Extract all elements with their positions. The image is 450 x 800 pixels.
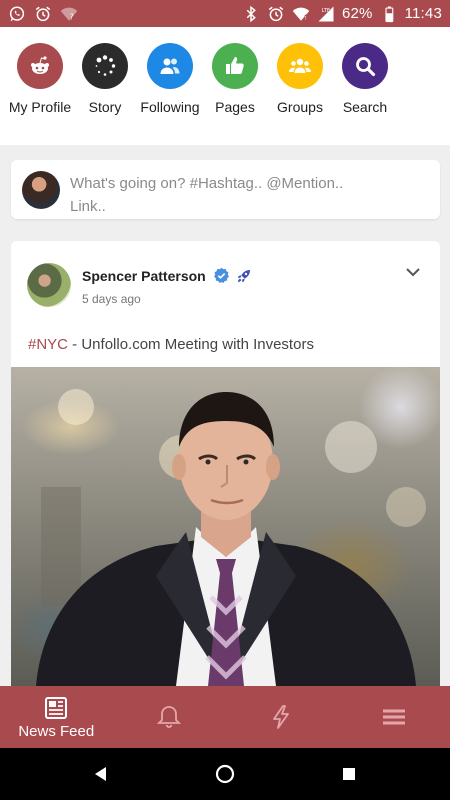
svg-text:!: !: [305, 16, 307, 22]
clock: 11:43: [404, 5, 442, 22]
shortcut-label: My Profile: [8, 99, 72, 115]
post-composer[interactable]: What's going on? #Hashtag.. @Mention.. L…: [11, 160, 440, 219]
battery-percent: 62%: [341, 5, 373, 22]
post-body: - Unfollo.com Meeting with Investors: [68, 336, 314, 353]
post-timestamp[interactable]: 5 days ago: [82, 292, 141, 306]
home-circle-icon: [215, 764, 235, 784]
story-spinner-icon[interactable]: [82, 43, 128, 89]
shortcut-pages[interactable]: Pages: [203, 43, 267, 145]
hashtag-link[interactable]: #NYC: [28, 336, 68, 353]
reddit-alien-icon[interactable]: [17, 43, 63, 89]
post-header: Spencer Patterson 5 days ago: [11, 241, 440, 319]
post-photo[interactable]: [11, 367, 440, 686]
lte-signal-icon: LTE: [317, 5, 335, 23]
shortcut-my-profile[interactable]: My Profile: [8, 43, 72, 145]
svg-text:?: ?: [70, 12, 74, 21]
shortcut-story[interactable]: Story: [73, 43, 137, 145]
back-button[interactable]: [39, 764, 163, 784]
wifi-icon: !: [292, 5, 310, 23]
rocket-icon: [238, 270, 250, 282]
bottom-nav: News Feed: [0, 686, 450, 748]
post-text: #NYC - Unfollo.com Meeting with Investor…: [28, 336, 314, 353]
menu-icon: [382, 709, 405, 725]
status-bar: ? ! LTE 62% 11:43: [0, 0, 450, 27]
shortcut-search[interactable]: Search: [333, 43, 397, 145]
thumbs-up-icon[interactable]: [212, 43, 258, 89]
nav-news-feed[interactable]: News Feed: [0, 686, 113, 748]
shortcut-bar: My Profile Story Following Pages Groups …: [0, 27, 450, 145]
bell-icon: [156, 706, 181, 728]
users-icon[interactable]: [147, 43, 193, 89]
newspaper-icon: [45, 697, 68, 719]
shortcut-label: Pages: [215, 99, 255, 115]
shortcut-groups[interactable]: Groups: [268, 43, 332, 145]
lightning-icon: [273, 705, 290, 729]
chevron-down-icon[interactable]: [405, 266, 421, 278]
shortcut-label: Following: [140, 99, 200, 115]
nav-notifications[interactable]: [113, 686, 226, 748]
recents-square-icon: [343, 768, 355, 780]
svg-text:LTE: LTE: [321, 7, 330, 13]
system-nav-bar: [0, 748, 450, 800]
whatsapp-icon: [8, 5, 26, 23]
shortcut-label: Search: [342, 99, 388, 115]
battery-icon: [380, 5, 398, 23]
composer-placeholder[interactable]: What's going on? #Hashtag.. @Mention.. L…: [70, 172, 360, 219]
back-triangle-icon: [95, 767, 106, 781]
status-right: ! LTE 62% 11:43: [242, 5, 442, 23]
alarm-icon: [34, 5, 52, 23]
verified-icon: [214, 267, 229, 284]
wifi-question-icon: ?: [60, 5, 78, 23]
status-left: ?: [8, 5, 78, 23]
shortcut-following[interactable]: Following: [138, 43, 202, 145]
nav-label: News Feed: [18, 723, 95, 740]
author-name[interactable]: Spencer Patterson: [82, 268, 206, 284]
portrait-photo: [36, 389, 426, 686]
recents-button[interactable]: [287, 764, 411, 784]
avatar: [22, 171, 60, 209]
group-icon[interactable]: [277, 43, 323, 89]
nav-trending[interactable]: [225, 686, 338, 748]
bluetooth-icon: [242, 5, 260, 23]
shortcut-label: Story: [88, 99, 122, 115]
post-card: Spencer Patterson 5 days ago #NYC - Unfo…: [11, 241, 440, 686]
author-avatar[interactable]: [27, 263, 71, 307]
nav-menu[interactable]: [338, 686, 450, 748]
alarm-icon: [267, 5, 285, 23]
search-icon[interactable]: [342, 43, 388, 89]
home-button[interactable]: [163, 764, 287, 784]
shortcut-label: Groups: [277, 99, 323, 115]
